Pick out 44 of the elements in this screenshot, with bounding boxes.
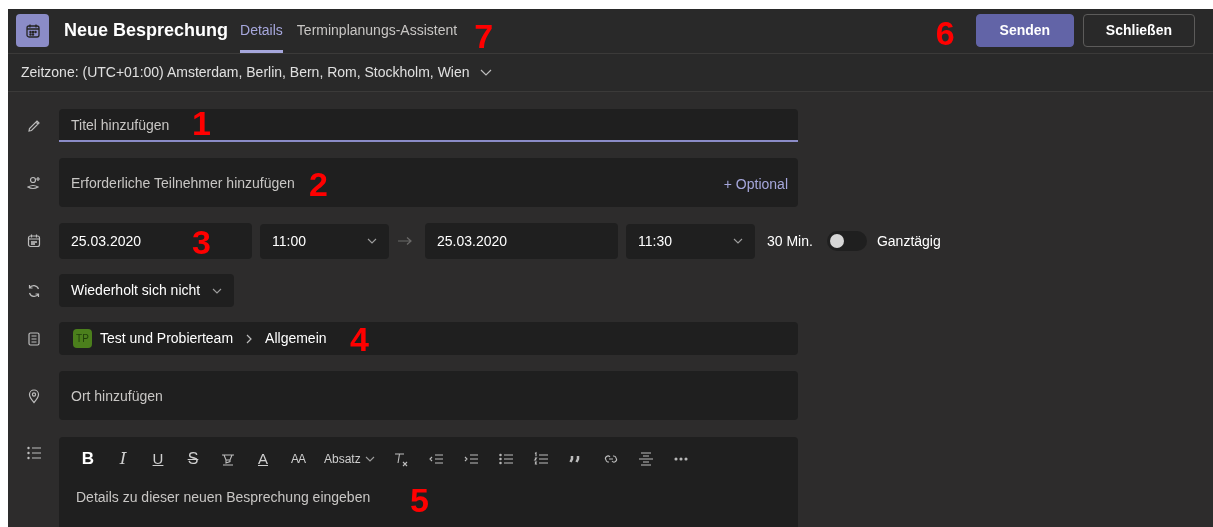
chevron-down-icon <box>479 68 492 76</box>
callout-number: 7 <box>474 19 494 53</box>
all-day-toggle[interactable] <box>826 231 867 251</box>
chevron-down-icon <box>733 238 743 244</box>
optional-link[interactable]: + Optional <box>723 174 788 195</box>
end-date-field[interactable]: 25.03.2020 <box>425 223 618 259</box>
team-name: Test und Probierteam <box>100 329 234 348</box>
bold-button[interactable]: B <box>71 444 105 474</box>
team-avatar: TP <box>73 329 92 348</box>
start-time-dropdown[interactable]: 11:00 <box>260 223 389 259</box>
arrow-right-icon <box>397 236 413 246</box>
paragraph-dropdown[interactable]: Absatz <box>316 444 383 474</box>
channel-field[interactable]: TP Test und Probierteam Allgemein 4 <box>59 322 798 355</box>
underline-button[interactable]: U <box>141 444 175 474</box>
calendar-icon <box>16 14 49 48</box>
send-button[interactable]: Senden <box>975 14 1074 48</box>
callout-number: 4 <box>350 322 369 356</box>
add-person-icon <box>25 174 42 191</box>
callout-number: 3 <box>192 225 211 259</box>
channel-name: Allgemein <box>265 329 327 348</box>
callout-number: 1 <box>192 106 211 140</box>
strikethrough-button[interactable]: S <box>176 444 210 474</box>
all-day-label: Ganztägig <box>876 231 941 251</box>
list-icon <box>25 446 42 460</box>
duration-label: 30 Min. <box>767 231 813 251</box>
end-time-dropdown[interactable]: 11:30 <box>626 223 755 259</box>
channel-icon <box>25 330 42 347</box>
location-field[interactable]: Ort hinzufügen <box>59 371 798 420</box>
font-size-button[interactable]: AA <box>281 444 315 474</box>
window-title: Neue Besprechung <box>64 19 229 43</box>
details-editor[interactable]: B I U S A AA Absatz Details zu dieser neuen Besprechung eingeben 5 <box>59 437 798 527</box>
callout-number: 2 <box>309 167 328 201</box>
chevron-down-icon <box>367 238 377 244</box>
calendar-icon <box>25 233 42 249</box>
chevron-right-icon <box>245 333 254 344</box>
italic-button[interactable]: I <box>106 444 140 474</box>
callout-number: 5 <box>410 483 429 517</box>
repeat-dropdown[interactable]: Wiederholt sich nicht <box>59 274 235 307</box>
close-button[interactable]: Schließen <box>1082 14 1195 48</box>
chevron-down-icon <box>364 456 375 462</box>
font-color-button[interactable]: A <box>246 444 280 474</box>
callout-number: 6 <box>935 16 955 51</box>
chevron-down-icon <box>212 287 223 294</box>
tab[interactable]: Terminplanungs-Assistent <box>296 9 458 53</box>
